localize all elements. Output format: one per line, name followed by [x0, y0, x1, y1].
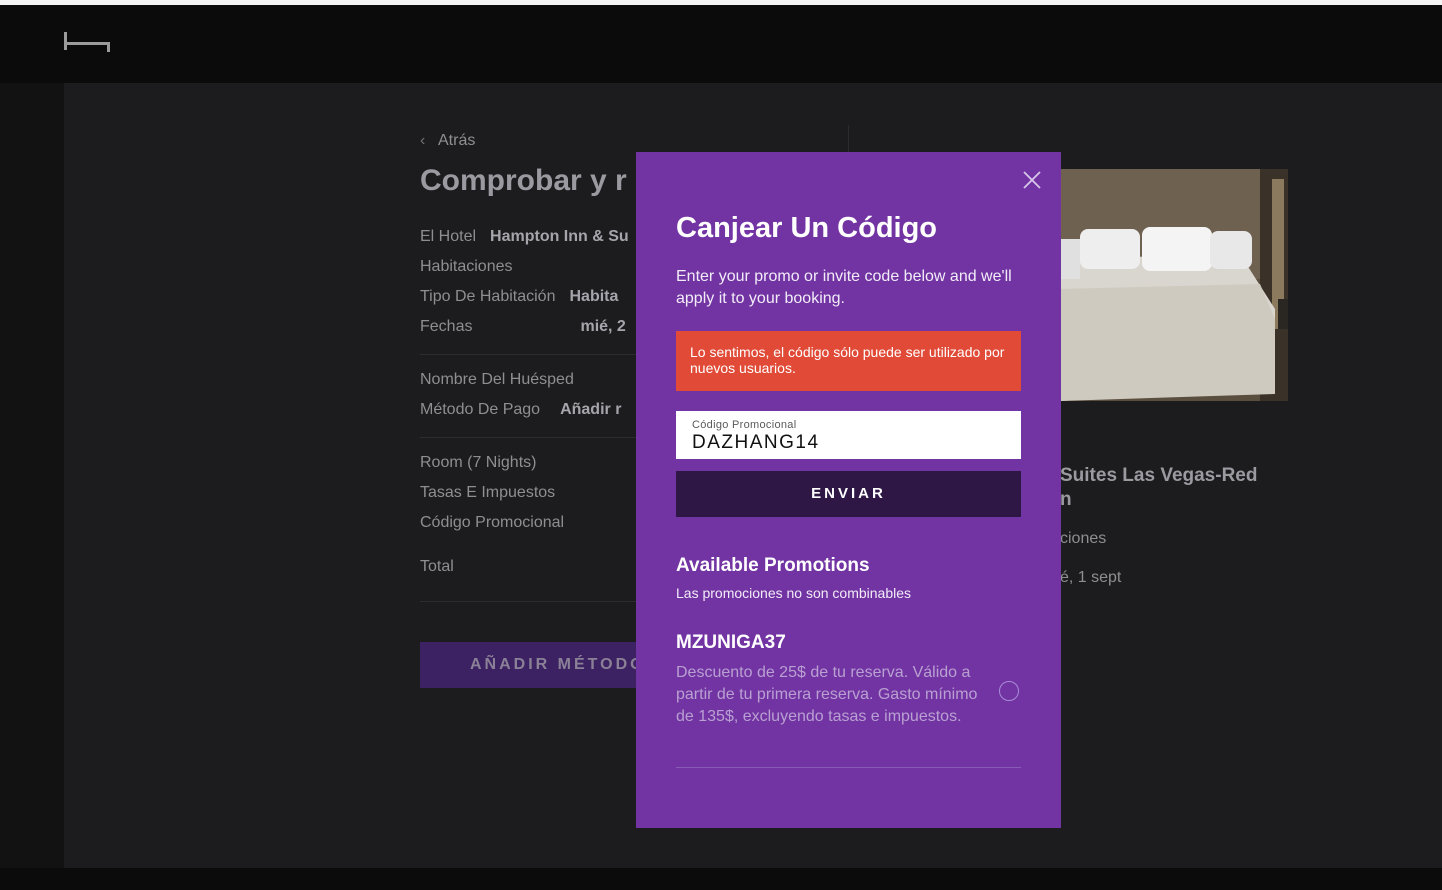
promo-select-radio[interactable] [999, 681, 1019, 701]
price-row-promo[interactable]: Código Promocional [420, 514, 564, 532]
summary-label: Fechas [420, 318, 473, 335]
error-message: Lo sentimos, el código sólo puede ser ut… [676, 331, 1021, 391]
modal-title: Canjear Un Código [676, 212, 938, 244]
footer-bar [0, 868, 1442, 890]
promo-divider [676, 767, 1021, 768]
hotel-rooms: ciones [1060, 530, 1107, 547]
back-label: Atrás [438, 132, 476, 149]
page-title: Comprobar y r [420, 164, 627, 197]
summary-value: Habita [569, 288, 619, 305]
available-promotions-subtitle: Las promociones no son combinables [676, 585, 912, 601]
submit-button[interactable]: ENVIAR [676, 471, 1021, 517]
promo-item-description: Descuento de 25$ de tu reserva. Válido a… [676, 664, 978, 725]
price-row-room: Room (7 Nights) [420, 454, 536, 472]
price-label: Room (7 Nights) [420, 454, 537, 471]
summary-row-hotel: El Hotel Hampton Inn & Su [420, 228, 629, 246]
summary-value: Hampton Inn & Su [490, 228, 629, 245]
summary-value: mié, 2 [580, 318, 626, 335]
hotel-name: Suites Las Vegas-Red n [1060, 464, 1257, 512]
payment-label: Método De Pago [420, 401, 541, 418]
available-promotions-title: Available Promotions [676, 555, 870, 576]
price-label: Tasas E Impuestos [420, 484, 556, 501]
header [0, 5, 1442, 83]
summary-label: Tipo De Habitación [420, 288, 556, 305]
summary-label: Habitaciones [420, 258, 513, 275]
guest-name-row[interactable]: Nombre Del Huésped [420, 371, 574, 389]
total-row: Total [420, 558, 454, 576]
promo-code-label: Código Promocional [692, 419, 797, 431]
back-link[interactable]: ‹ Atrás [420, 132, 475, 150]
hotel-name-line: Suites Las Vegas-Red [1060, 465, 1258, 486]
hotel-dates: é, 1 sept [1060, 569, 1122, 586]
guest-label: Nombre Del Huésped [420, 371, 574, 388]
price-label: Código Promocional [420, 514, 565, 531]
payment-method-row[interactable]: Método De Pago Añadir r [420, 401, 621, 419]
summary-row-rooms: Habitaciones [420, 258, 513, 276]
summary-row-dates: Fechas mié, 2 [420, 318, 626, 336]
hotel-name-line: n [1060, 489, 1072, 510]
add-payment-link[interactable]: Añadir r [560, 401, 621, 418]
promo-item-code: MZUNIGA37 [676, 632, 786, 653]
promo-code-field[interactable]: Código Promocional [676, 411, 1021, 459]
total-label: Total [420, 558, 454, 575]
close-icon[interactable] [1020, 168, 1044, 192]
hotel-room-image [1060, 169, 1288, 401]
summary-row-room-type: Tipo De Habitación Habita [420, 288, 618, 306]
summary-label: El Hotel [420, 228, 477, 245]
promo-code-input[interactable] [692, 432, 1005, 454]
chevron-left-icon: ‹ [420, 132, 426, 149]
bed-logo-icon[interactable] [63, 30, 111, 52]
price-row-taxes: Tasas E Impuestos [420, 484, 555, 502]
modal-description: Enter your promo or invite code below an… [676, 268, 1012, 307]
